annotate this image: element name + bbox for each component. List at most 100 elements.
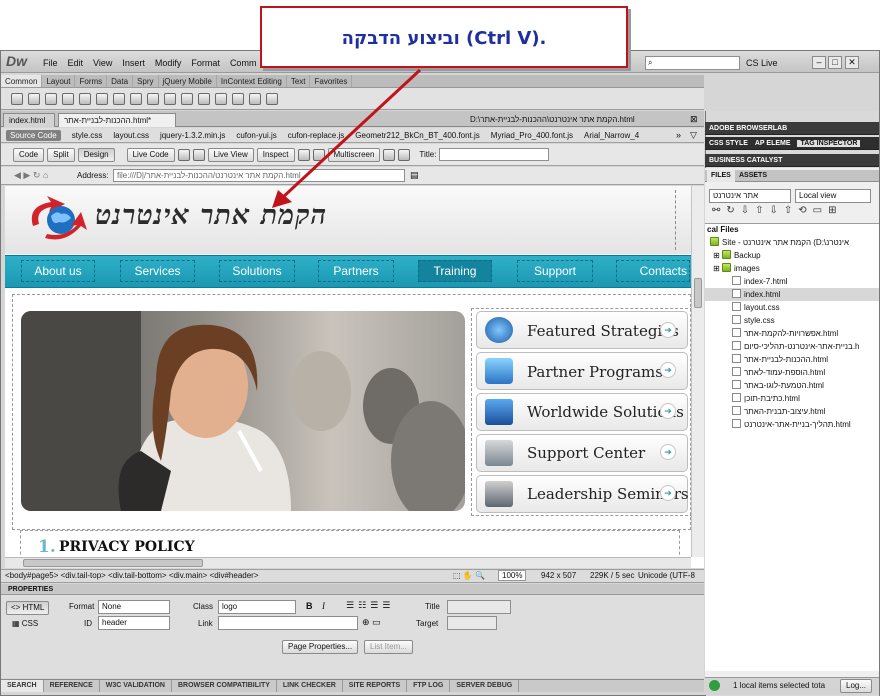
visual-aids-icon[interactable] xyxy=(383,148,396,161)
minimize-icon[interactable]: – xyxy=(812,56,826,69)
date-icon[interactable] xyxy=(164,92,176,105)
view-select[interactable]: Local view xyxy=(795,189,871,203)
cs-live-button[interactable]: CS Live xyxy=(746,58,778,68)
page-properties-button[interactable]: Page Properties... xyxy=(282,640,359,654)
title-input[interactable] xyxy=(439,148,550,161)
menu-format[interactable]: Format xyxy=(186,58,225,68)
media-icon[interactable] xyxy=(130,92,142,105)
panel-business-catalyst[interactable]: BUSINESS CATALYST xyxy=(705,154,879,167)
horizontal-scrollbar[interactable] xyxy=(5,557,691,568)
tab-server-debug[interactable]: SERVER DEBUG xyxy=(450,680,520,692)
insert-tab-forms[interactable]: Forms xyxy=(75,75,108,87)
site-select[interactable]: אתר אינטרנט xyxy=(709,189,791,203)
browser-compat-icon[interactable] xyxy=(177,148,190,161)
italic-button[interactable]: I xyxy=(322,601,325,611)
horizontal-rule-icon[interactable] xyxy=(62,92,74,105)
zoom-select[interactable]: 100% xyxy=(498,570,527,581)
related-file[interactable]: jquery-1.3.2.min.js xyxy=(160,131,225,140)
email-link-icon[interactable] xyxy=(28,92,40,105)
tab-reference[interactable]: REFERENCE xyxy=(44,680,100,692)
close-icon[interactable]: ✕ xyxy=(845,56,859,69)
file-row[interactable]: הוספת-עמוד-לאתר.html xyxy=(705,366,879,379)
arrow-right-icon[interactable]: ➔ xyxy=(660,403,676,419)
document-tab-active[interactable]: ההכנות-לבניית-אתר.html* xyxy=(58,113,176,127)
insert-div-icon[interactable] xyxy=(96,92,108,105)
related-file[interactable]: style.css xyxy=(72,131,103,140)
insert-tab-spry[interactable]: Spry xyxy=(133,75,159,87)
hyperlink-icon[interactable] xyxy=(11,92,23,105)
menu-edit[interactable]: Edit xyxy=(63,58,89,68)
maximize-icon[interactable]: □ xyxy=(828,56,842,69)
images-icon[interactable] xyxy=(113,92,125,105)
folder-row[interactable]: ⊞ images xyxy=(705,262,879,275)
target-select[interactable] xyxy=(447,616,497,630)
insert-tab-favorites[interactable]: Favorites xyxy=(310,75,353,87)
css-mode-button[interactable]: ▦ CSS xyxy=(12,619,38,628)
live-view-options-icon[interactable] xyxy=(192,148,205,161)
back-icon[interactable]: ◀ ▶ ↻ ⌂ xyxy=(14,170,48,181)
menu-file[interactable]: File xyxy=(38,58,63,68)
browse-folder-icon[interactable]: ⊕ ▭ xyxy=(362,617,381,628)
insert-tab-text[interactable]: Text xyxy=(287,75,311,87)
source-code-button[interactable]: Source Code xyxy=(6,129,61,141)
file-row[interactable]: בניית-אתר-אינטרנט-תהליכי-סיום.h xyxy=(705,340,879,353)
title-field[interactable] xyxy=(447,600,511,614)
tab-files[interactable]: FILES xyxy=(707,170,735,182)
insert-tab-incontext[interactable]: InContext Editing xyxy=(217,75,287,87)
arrow-right-icon[interactable]: ➔ xyxy=(660,485,676,501)
file-row[interactable]: אפשרויות-להקמת-אתר.html xyxy=(705,327,879,340)
tab-browser-compatibility[interactable]: BROWSER COMPATIBILITY xyxy=(172,680,277,692)
nav-item-training[interactable]: Training xyxy=(418,260,492,282)
html-mode-button[interactable]: <> HTML xyxy=(6,601,50,615)
file-row[interactable]: עיצוב-תבנית-האתר.html xyxy=(705,405,879,418)
files-toolbar-icon[interactable]: ⚯↻⇩⇧⇩⇧⟲▭⊞ xyxy=(712,205,842,216)
tab-site-reports[interactable]: SITE REPORTS xyxy=(343,680,408,692)
bold-button[interactable]: B xyxy=(306,601,313,611)
file-row[interactable]: כתיבת-תוכן.html xyxy=(705,392,879,405)
menu-modify[interactable]: Modify xyxy=(150,58,187,68)
panel-browserlab[interactable]: ADOBE BROWSERLAB xyxy=(705,122,879,135)
arrow-right-icon[interactable]: ➔ xyxy=(660,362,676,378)
double-chevron-right-icon[interactable]: » xyxy=(676,130,681,140)
insert-tab-jquery-mobile[interactable]: jQuery Mobile xyxy=(159,75,217,87)
link-input[interactable] xyxy=(218,616,358,630)
nav-item-partners[interactable]: Partners xyxy=(318,260,394,282)
nav-item-support[interactable]: Support xyxy=(517,260,593,282)
menu-insert[interactable]: Insert xyxy=(117,58,150,68)
tag-selector[interactable]: <body#page5> <div.tail-top> <div.tail-bo… xyxy=(5,571,259,580)
file-row[interactable]: style.css xyxy=(705,314,879,327)
related-file[interactable]: Geometr212_BkCn_BT_400.font.js xyxy=(355,131,480,140)
tab-search[interactable]: SEARCH xyxy=(1,680,44,692)
refresh-icon[interactable] xyxy=(398,148,411,161)
tab-ftp-log[interactable]: FTP LOG xyxy=(407,680,451,692)
list-item-button[interactable]: List Item... xyxy=(364,640,413,654)
head-icon[interactable] xyxy=(215,92,227,105)
multiscreen-button[interactable]: Multiscreen xyxy=(327,147,381,162)
nav-item-contacts[interactable]: Contacts xyxy=(616,260,690,282)
folder-row[interactable]: ⊞ Backup xyxy=(705,249,879,262)
format-select[interactable]: None xyxy=(98,600,170,614)
preview-browser-icon[interactable] xyxy=(312,148,325,161)
document-tab-index[interactable]: index.html xyxy=(3,113,55,127)
file-management-icon[interactable] xyxy=(297,148,310,161)
related-file[interactable]: Myriad_Pro_400.font.js xyxy=(491,131,573,140)
menu-view[interactable]: View xyxy=(88,58,117,68)
log-button[interactable]: Log... xyxy=(840,679,873,693)
tab-ap-elements[interactable]: AP ELEME xyxy=(755,140,791,147)
file-row[interactable]: ההכנות-לבניית-אתר.html xyxy=(705,353,879,366)
related-file[interactable]: Arial_Narrow_4 xyxy=(584,131,639,140)
insert-tab-layout[interactable]: Layout xyxy=(42,75,76,87)
select-tool-icon[interactable]: ⬚ ✋ 🔍 xyxy=(453,571,485,580)
tab-link-checker[interactable]: LINK CHECKER xyxy=(277,680,343,692)
split-view-button[interactable]: Split xyxy=(47,147,75,162)
insert-tab-common[interactable]: Common xyxy=(1,75,43,87)
templates-icon[interactable] xyxy=(249,92,261,105)
insert-tab-data[interactable]: Data xyxy=(107,75,134,87)
help-search-input[interactable] xyxy=(645,56,740,70)
file-row[interactable]: תהליך-בניית-אתר-אינטרנט.html xyxy=(705,418,879,431)
arrow-right-icon[interactable]: ➔ xyxy=(660,322,676,338)
nav-item-solutions[interactable]: Solutions xyxy=(219,260,295,282)
tag-chooser-icon[interactable] xyxy=(266,92,278,105)
server-side-include-icon[interactable] xyxy=(181,92,193,105)
site-root-row[interactable]: Site - הקמת אתר אינטרנט (D:\אינטרנ xyxy=(705,236,879,249)
